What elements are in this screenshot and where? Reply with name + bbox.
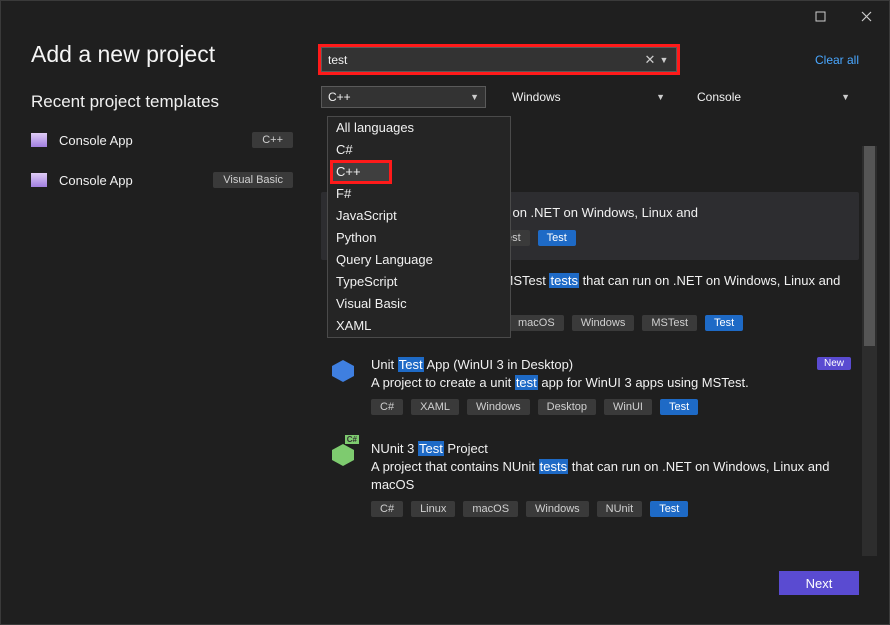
clear-all-link[interactable]: Clear all [815, 53, 859, 67]
next-button[interactable]: Next [779, 571, 859, 595]
recent-template-item[interactable]: Console App Visual Basic [31, 172, 321, 188]
chevron-down-icon: ▼ [656, 92, 665, 102]
language-dropdown: All languagesC#C++F#JavaScriptPythonQuer… [327, 116, 511, 338]
template-tag: XAML [411, 399, 459, 415]
recent-template-name: Console App [59, 173, 201, 188]
chevron-down-icon: ▼ [470, 92, 479, 102]
template-title: Unit Test App (WinUI 3 in Desktop) [371, 357, 803, 372]
template-tag: macOS [463, 501, 518, 517]
template-tags: C# XAML Windows Desktop WinUI Test [371, 399, 803, 415]
template-tag: Windows [526, 501, 589, 517]
project-type-filter[interactable]: Console ▼ [691, 86, 856, 108]
language-option[interactable]: C# [328, 139, 510, 161]
scrollbar-thumb[interactable] [864, 146, 875, 346]
template-tag: Test [705, 315, 743, 331]
language-option[interactable]: F# [328, 183, 510, 205]
language-option[interactable]: XAML [328, 315, 510, 337]
new-badge: New [817, 357, 851, 370]
template-tag: Linux [411, 501, 455, 517]
recent-template-name: Console App [59, 133, 240, 148]
template-item[interactable]: Unit Test App (WinUI 3 in Desktop) A pro… [321, 345, 859, 430]
template-tag: Test [538, 230, 576, 246]
chevron-down-icon: ▼ [841, 92, 850, 102]
window-restore-button[interactable] [797, 1, 843, 31]
language-option[interactable]: Visual Basic [328, 293, 510, 315]
window-close-button[interactable] [843, 1, 889, 31]
language-option[interactable]: C++ [332, 162, 390, 182]
language-option[interactable]: Python [328, 227, 510, 249]
filter-row: C++ ▼ Windows ▼ Console ▼ [321, 86, 859, 108]
template-tag: Windows [467, 399, 530, 415]
clear-search-icon[interactable]: ✕ [642, 52, 658, 68]
language-tag: Visual Basic [213, 172, 293, 188]
template-tag: NUnit [597, 501, 643, 517]
page-title: Add a new project [31, 41, 321, 68]
recent-template-item[interactable]: Console App C++ [31, 132, 321, 148]
template-tag: Test [650, 501, 688, 517]
recent-templates-header: Recent project templates [31, 92, 321, 112]
template-tag: WinUI [604, 399, 652, 415]
template-description: A project to create a unit test app for … [371, 374, 803, 392]
template-tag: Desktop [538, 399, 596, 415]
template-body: NUnit 3 Test Project A project that cont… [371, 441, 851, 517]
project-type-filter-label: Console [697, 90, 741, 104]
left-column: Add a new project Recent project templat… [31, 41, 321, 551]
template-tag: macOS [509, 315, 564, 331]
results-scrollbar[interactable] [862, 146, 877, 556]
language-option[interactable]: JavaScript [328, 205, 510, 227]
template-tag: Test [660, 399, 698, 415]
template-tag: MSTest [642, 315, 697, 331]
template-tag: Windows [572, 315, 635, 331]
search-input[interactable] [328, 53, 642, 67]
search-box[interactable]: ✕ ▼ [321, 47, 677, 72]
search-dropdown-icon[interactable]: ▼ [658, 55, 670, 65]
template-icon [31, 173, 47, 187]
search-row: ✕ ▼ Clear all [321, 47, 859, 72]
language-filter-label: C++ [328, 90, 351, 104]
footer: Next [1, 561, 889, 605]
template-title: NUnit 3 Test Project [371, 441, 851, 456]
template-tag: C# [371, 399, 403, 415]
template-icon [329, 357, 357, 385]
platform-filter[interactable]: Windows ▼ [506, 86, 671, 108]
template-tags: C# Linux macOS Windows NUnit Test [371, 501, 851, 517]
language-filter[interactable]: C++ ▼ [321, 86, 486, 108]
template-icon [31, 133, 47, 147]
template-description: A project that contains NUnit tests that… [371, 458, 851, 493]
language-option[interactable]: Query Language [328, 249, 510, 271]
language-option[interactable]: TypeScript [328, 271, 510, 293]
template-item[interactable]: C# NUnit 3 Test Project A project that c… [321, 429, 859, 531]
language-tag: C++ [252, 132, 293, 148]
titlebar [1, 1, 889, 31]
template-body: Unit Test App (WinUI 3 in Desktop) A pro… [371, 357, 803, 416]
template-tag: C# [371, 501, 403, 517]
language-option[interactable]: All languages [328, 117, 510, 139]
template-icon: C# [329, 441, 357, 469]
platform-filter-label: Windows [512, 90, 561, 104]
